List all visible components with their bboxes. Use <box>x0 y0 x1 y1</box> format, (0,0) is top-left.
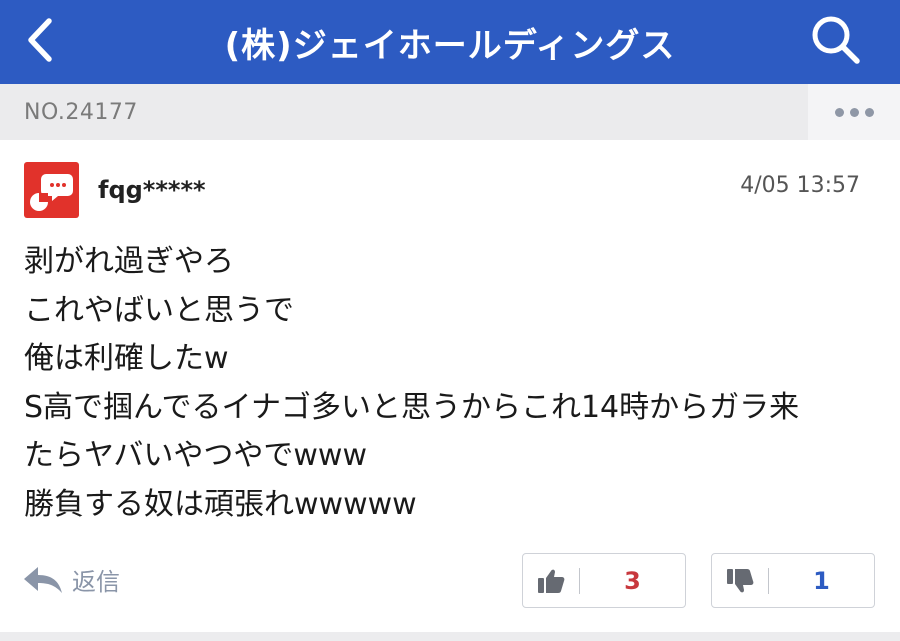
reply-button[interactable]: 返信 <box>22 562 120 597</box>
post-line: S高で掴んでるイナゴ多いと思うからこれ14時からガラ来 <box>24 389 800 425</box>
bottom-divider <box>0 632 900 641</box>
post-line: 俺は利確したw <box>24 341 229 376</box>
post-line: たらヤバいやつやでwww <box>24 438 368 473</box>
username[interactable]: fqg***** <box>98 176 206 204</box>
like-count: 3 <box>624 566 641 595</box>
post-timestamp: 4/05 13:57 <box>740 173 860 198</box>
post-number-bar: NO.24177 <box>0 84 900 140</box>
post-line: 勝負する奴は頑張れwwwww <box>24 486 417 522</box>
more-options-button[interactable] <box>808 84 900 140</box>
post-line: 剥がれ過ぎやろ <box>24 244 234 279</box>
page-title: (株)ジェイホールディングス <box>224 25 676 66</box>
chevron-left-icon <box>28 18 52 62</box>
back-button[interactable] <box>18 10 62 70</box>
header-bar: (株)ジェイホールディングス <box>0 0 900 84</box>
more-horizontal-icon <box>834 107 874 117</box>
post-card: fqg***** 4/05 13:57 剥がれ過ぎやろ これやばいと思うで 俺は… <box>0 140 900 636</box>
search-icon <box>812 16 860 64</box>
speech-bubble-avatar-icon <box>30 174 73 211</box>
dislike-count: 1 <box>813 566 830 595</box>
thumbs-up-icon <box>523 568 579 594</box>
post-number: NO.24177 <box>24 99 138 125</box>
search-button[interactable] <box>806 10 866 70</box>
like-button[interactable]: 3 <box>522 553 686 608</box>
post-body: 剥がれ過ぎやろ これやばいと思うで 俺は利確したw S高で掴んでるイナゴ多いと思… <box>24 238 884 529</box>
reply-arrow-icon <box>24 566 62 593</box>
reply-label: 返信 <box>72 568 120 596</box>
dislike-button[interactable]: 1 <box>711 553 875 608</box>
avatar[interactable] <box>24 162 79 218</box>
post-line: これやばいと思うで <box>24 292 294 328</box>
thumbs-down-icon <box>712 568 768 594</box>
